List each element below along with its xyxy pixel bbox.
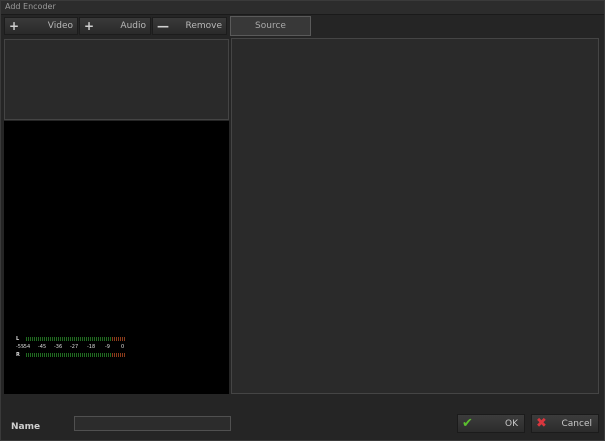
add-encoder-dialog: Add Encoder + Video + Audio — Remove Sou… <box>0 0 605 441</box>
tab-source-parameters[interactable]: Source Parameters <box>230 16 311 49</box>
meter-left-channel: L <box>16 336 20 342</box>
meter-tick: -45 <box>38 344 47 350</box>
cancel-label: Cancel <box>561 419 593 429</box>
checkmark-icon: ✔ <box>462 416 473 431</box>
encoder-list[interactable] <box>4 39 229 120</box>
source-parameters-panel <box>231 38 599 394</box>
name-input[interactable] <box>74 416 231 431</box>
add-audio-label: Audio <box>120 21 146 31</box>
title-bar: Add Encoder <box>1 1 604 15</box>
window-title: Add Encoder <box>5 2 56 11</box>
meter-tick: -9 <box>105 344 110 350</box>
plus-icon: + <box>84 19 95 33</box>
meter-scale: -55 -54 -45 -36 -27 -18 -9 0 <box>16 344 128 352</box>
meter-tick: -54 <box>22 344 31 350</box>
minus-icon: — <box>157 19 169 33</box>
add-video-button[interactable]: + Video <box>4 17 78 35</box>
meter-left-hot <box>112 337 126 341</box>
meter-tick: 0 <box>121 344 125 350</box>
meter-left-bar <box>26 337 126 341</box>
meter-right-channel: R <box>16 352 20 358</box>
plus-icon: + <box>9 19 20 33</box>
meter-right-hot <box>112 353 126 357</box>
ok-label: OK <box>505 419 518 429</box>
ok-button[interactable]: ✔ OK <box>457 414 525 433</box>
remove-button[interactable]: — Remove <box>152 17 227 35</box>
remove-label: Remove <box>185 21 222 31</box>
x-icon: ✖ <box>536 416 547 431</box>
meter-right-bar <box>26 353 126 357</box>
meter-tick: -18 <box>87 344 96 350</box>
audio-level-meter: L -55 -54 -45 -36 -27 -18 -9 0 R <box>16 336 128 360</box>
add-audio-button[interactable]: + Audio <box>79 17 151 35</box>
preview-area: L -55 -54 -45 -36 -27 -18 -9 0 R <box>4 121 229 394</box>
meter-tick: -27 <box>70 344 79 350</box>
add-video-label: Video <box>47 21 73 31</box>
name-label: Name <box>11 422 41 432</box>
cancel-button[interactable]: ✖ Cancel <box>531 414 599 433</box>
meter-tick: -36 <box>54 344 63 350</box>
